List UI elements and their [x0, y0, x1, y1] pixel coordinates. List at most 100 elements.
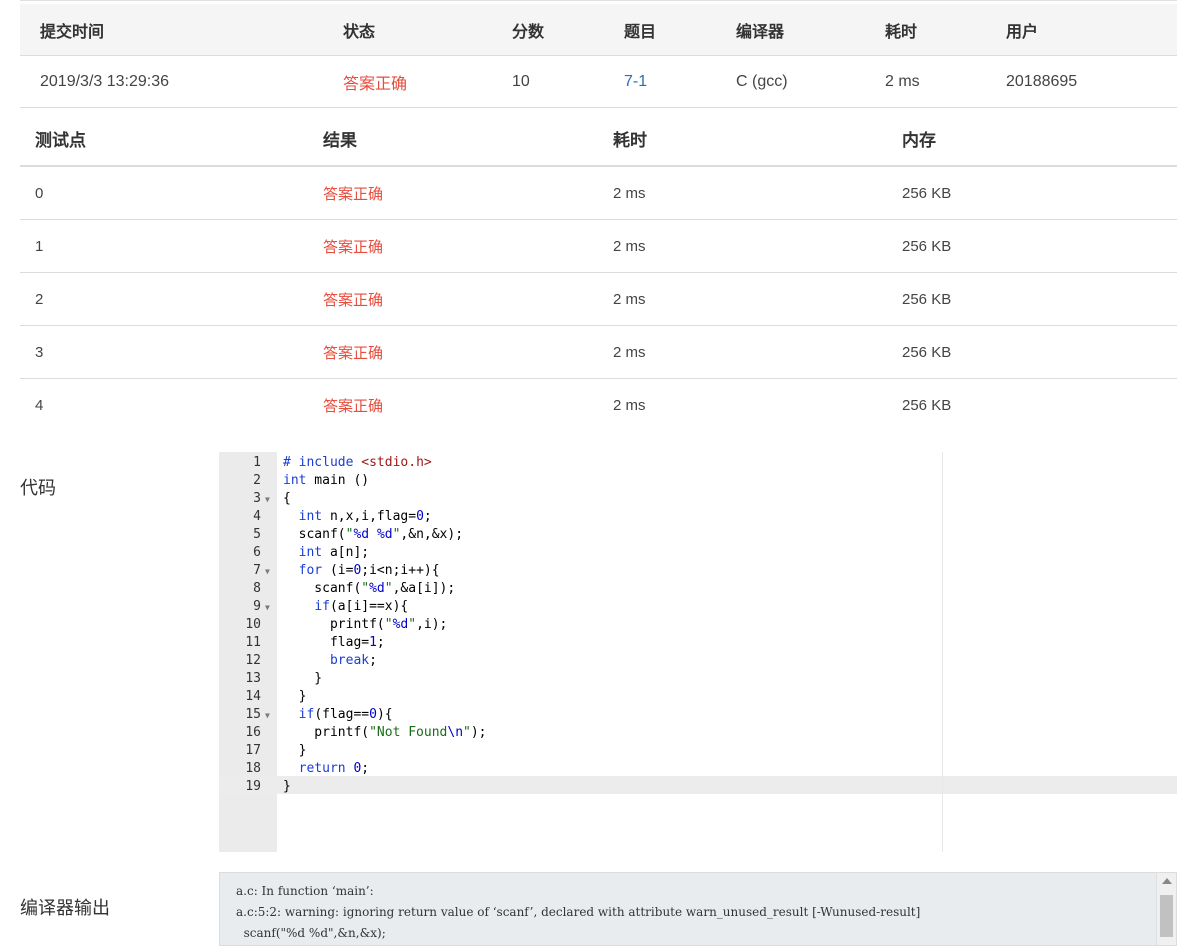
header-case: 测试点	[35, 131, 86, 150]
code-text: break;	[329, 653, 377, 668]
line-number: 9	[253, 599, 261, 614]
code-text: }	[283, 743, 307, 758]
code-text: # include <stdio.h>	[283, 455, 432, 470]
code-line[interactable]: 12 break;	[219, 652, 1177, 670]
code-line[interactable]: 19}	[219, 778, 1177, 796]
code-line[interactable]: 10 printf("%d",i);	[219, 616, 1177, 634]
line-number: 2	[253, 473, 261, 488]
case-time: 2 ms	[613, 184, 646, 202]
case-id: 4	[35, 397, 44, 414]
line-number: 13	[245, 671, 261, 686]
code-line[interactable]: 17 }	[219, 742, 1177, 760]
compiler-output-line: a.c:5:2: warning: ignoring return value …	[236, 905, 921, 919]
case-result: 答案正确	[323, 398, 384, 415]
problem-link[interactable]: 7-1	[624, 56, 647, 107]
submission-row: 2019/3/3 13:29:36 答案正确 10 7-1 C (gcc) 2 …	[20, 56, 1177, 108]
case-result: 答案正确	[323, 291, 384, 309]
code-text: for (i=0;i<n;i++){	[298, 563, 440, 578]
fold-arrow-icon[interactable]: ▼	[265, 491, 270, 509]
code-text: return 0;	[298, 761, 370, 776]
test-case-table: 测试点 结果 耗时 内存 0 答案正确 2 ms 256 KB 1 答案正确 2…	[20, 112, 1177, 432]
vertical-scrollbar[interactable]	[1156, 873, 1176, 945]
line-number: 5	[253, 527, 261, 542]
header-submit-time: 提交时间	[40, 23, 105, 41]
header-user: 用户	[1006, 23, 1039, 41]
case-result: 答案正确	[323, 185, 384, 203]
code-text: }	[283, 671, 323, 686]
code-text: int a[n];	[298, 545, 370, 560]
code-text: flag=1;	[283, 635, 385, 650]
line-number: 12	[245, 653, 261, 668]
line-number: 3	[253, 491, 261, 506]
submission-table-header: 提交时间 状态 分数 题目 编译器 耗时 用户	[20, 4, 1177, 56]
code-label: 代码	[20, 478, 56, 498]
code-line[interactable]: 1 # include <stdio.h>	[219, 454, 1177, 472]
line-number: 14	[245, 689, 261, 704]
line-number: 10	[245, 617, 261, 632]
line-number: 16	[245, 725, 261, 740]
code-text: scanf("%d",&a[i]);	[283, 581, 456, 596]
code-line[interactable]: 13 }	[219, 670, 1177, 688]
case-memory: 256 KB	[902, 237, 952, 255]
scroll-thumb[interactable]	[1160, 895, 1173, 937]
case-time: 2 ms	[613, 237, 646, 255]
case-time: 2 ms	[613, 397, 646, 414]
case-time: 2 ms	[613, 290, 646, 308]
code-line[interactable]: 5 scanf("%d %d",&n,&x);	[219, 526, 1177, 544]
line-number: 17	[245, 743, 261, 758]
code-text: printf("Not Found\n");	[283, 725, 487, 740]
code-line[interactable]: 18 return 0;	[219, 760, 1177, 778]
code-line[interactable]: 8 scanf("%d",&a[i]);	[219, 580, 1177, 598]
header-score: 分数	[512, 23, 545, 41]
code-line[interactable]: 11 flag=1;	[219, 634, 1177, 652]
code-line[interactable]: 15 ▼ if(flag==0){	[219, 706, 1177, 724]
code-text: scanf("%d %d",&n,&x);	[283, 527, 464, 542]
fold-arrow-icon[interactable]: ▼	[265, 563, 270, 581]
code-editor[interactable]: 1 # include <stdio.h> 2 int main () 3 ▼ {4 int…	[219, 452, 1177, 852]
line-number: 11	[245, 635, 261, 650]
table-row: 4 答案正确 2 ms 256 KB	[20, 379, 1177, 432]
header-duration: 耗时	[885, 23, 918, 41]
header-time: 耗时	[613, 131, 647, 150]
case-memory: 256 KB	[902, 290, 952, 308]
code-line[interactable]: 9 ▼ if(a[i]==x){	[219, 598, 1177, 616]
code-line[interactable]: 3 ▼ {	[219, 490, 1177, 508]
case-id: 1	[35, 237, 44, 255]
code-line[interactable]: 16 printf("Not Found\n");	[219, 724, 1177, 742]
fold-arrow-icon[interactable]: ▼	[265, 599, 270, 617]
duration: 2 ms	[885, 72, 920, 90]
user: 20188695	[1006, 72, 1078, 90]
case-id: 3	[35, 343, 44, 361]
scroll-up-arrow-icon[interactable]	[1162, 878, 1172, 884]
line-number: 19	[245, 779, 261, 794]
code-line[interactable]: 6 int a[n];	[219, 544, 1177, 562]
code-text: }	[283, 779, 291, 794]
header-result: 结果	[323, 131, 357, 150]
code-text: {	[283, 491, 291, 506]
case-memory: 256 KB	[902, 343, 952, 361]
compiler-output-line: scanf("%d %d",&n,&x);	[236, 926, 386, 940]
line-number: 1	[253, 455, 261, 470]
fold-arrow-icon[interactable]: ▼	[265, 707, 270, 725]
table-row: 1 答案正确 2 ms 256 KB	[20, 220, 1177, 273]
case-result: 答案正确	[323, 344, 384, 362]
case-memory: 256 KB	[902, 184, 952, 202]
line-number: 4	[253, 509, 261, 524]
code-line[interactable]: 2 int main ()	[219, 472, 1177, 490]
case-time: 2 ms	[613, 343, 646, 361]
table-row: 3 答案正确 2 ms 256 KB	[20, 326, 1177, 379]
code-text: if(a[i]==x){	[314, 599, 409, 614]
code-line[interactable]: 4 int n,x,i,flag=0;	[219, 508, 1177, 526]
compiler-output[interactable]: a.c: In function ‘main’: a.c:5:2: warnin…	[219, 872, 1177, 946]
code-text: int main ()	[283, 473, 370, 488]
code-line[interactable]: 7 ▼ for (i=0;i<n;i++){	[219, 562, 1177, 580]
score: 10	[512, 72, 530, 90]
header-compiler: 编译器	[736, 23, 785, 41]
compiler: C (gcc)	[736, 72, 788, 90]
line-number: 15	[245, 707, 261, 722]
table-row: 0 答案正确 2 ms 256 KB	[20, 167, 1177, 220]
submit-time: 2019/3/3 13:29:36	[40, 72, 170, 90]
code-line[interactable]: 14 }	[219, 688, 1177, 706]
header-status: 状态	[343, 23, 376, 41]
case-id: 0	[35, 184, 44, 202]
